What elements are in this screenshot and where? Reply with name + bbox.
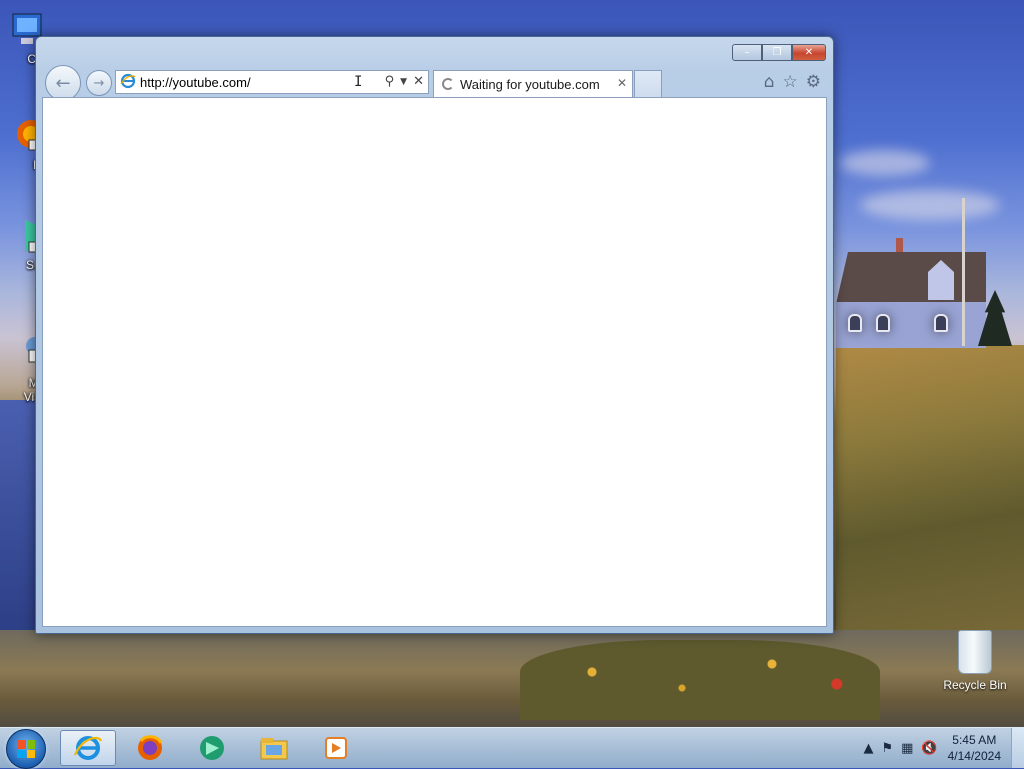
page-content[interactable] bbox=[42, 97, 827, 627]
network-icon[interactable]: ▦ bbox=[901, 741, 913, 756]
app-icon bbox=[200, 736, 224, 760]
clock-date: 4/14/2024 bbox=[947, 749, 1001, 763]
show-desktop-button[interactable] bbox=[1011, 728, 1024, 768]
media-player-icon bbox=[325, 737, 347, 759]
browser-window: – ❐ ✕ ← → ⚲ ▼ ✕ I Waiting for youtube.co… bbox=[35, 36, 834, 634]
minimize-button[interactable]: – bbox=[732, 44, 762, 61]
stop-icon[interactable]: ✕ bbox=[413, 74, 424, 89]
taskbar: ▲ ⚑ ▦ 🔇 5:45 AM 4/14/2024 bbox=[0, 727, 1024, 769]
forward-button[interactable]: → bbox=[86, 70, 112, 96]
system-tray: ▲ ⚑ ▦ 🔇 5:45 AM 4/14/2024 bbox=[859, 728, 1024, 768]
arrow-right-icon: → bbox=[93, 75, 105, 91]
flag-pole bbox=[962, 198, 965, 346]
search-icon[interactable]: ⚲ bbox=[385, 74, 395, 89]
grass-scenery bbox=[836, 345, 1024, 645]
action-center-flag-icon[interactable]: ⚑ bbox=[881, 741, 893, 756]
ie-page-icon bbox=[120, 73, 136, 92]
taskbar-item-file-explorer[interactable] bbox=[246, 730, 302, 766]
text-cursor-icon: I bbox=[354, 74, 363, 90]
desktop-icon-recycle-bin[interactable]: Recycle Bin bbox=[940, 630, 1010, 692]
start-button[interactable] bbox=[6, 729, 46, 769]
firefox-icon bbox=[138, 735, 163, 760]
loading-icon bbox=[442, 78, 454, 90]
address-bar[interactable]: ⚲ ▼ ✕ bbox=[115, 70, 429, 94]
restore-button[interactable]: ❐ bbox=[762, 44, 792, 61]
taskbar-item-app[interactable] bbox=[184, 730, 240, 766]
window-controls: – ❐ ✕ bbox=[732, 44, 826, 61]
file-explorer-icon bbox=[260, 738, 288, 760]
close-button[interactable]: ✕ bbox=[792, 44, 826, 61]
internet-explorer-icon bbox=[73, 736, 103, 760]
show-hidden-icons-icon[interactable]: ▲ bbox=[863, 741, 873, 756]
flowers-scenery bbox=[520, 640, 880, 720]
dropdown-arrow-icon[interactable]: ▼ bbox=[400, 77, 407, 89]
taskbar-item-firefox[interactable] bbox=[122, 730, 178, 766]
settings-gear-icon[interactable]: ⚙ bbox=[806, 72, 821, 92]
browser-tab[interactable]: Waiting for youtube.com ✕ bbox=[433, 70, 633, 97]
address-input[interactable] bbox=[140, 74, 360, 90]
home-icon[interactable]: ⌂ bbox=[764, 72, 775, 92]
clock-time: 5:45 AM bbox=[952, 733, 997, 747]
recycle-bin-label: Recycle Bin bbox=[943, 678, 1007, 692]
favorites-star-icon[interactable]: ☆ bbox=[783, 72, 798, 92]
tab-title: Waiting for youtube.com bbox=[460, 76, 600, 92]
tab-close-button[interactable]: ✕ bbox=[617, 76, 627, 90]
clock[interactable]: 5:45 AM 4/14/2024 bbox=[948, 732, 1001, 764]
back-button[interactable]: ← bbox=[45, 65, 81, 101]
recycle-bin-icon bbox=[958, 630, 992, 674]
volume-muted-icon[interactable]: 🔇 bbox=[921, 741, 937, 756]
windows-logo-icon bbox=[17, 740, 35, 758]
arrow-left-icon: ← bbox=[55, 72, 71, 94]
new-tab-button[interactable] bbox=[634, 70, 662, 97]
taskbar-item-media-player[interactable] bbox=[308, 730, 364, 766]
taskbar-item-internet-explorer[interactable] bbox=[60, 730, 116, 766]
